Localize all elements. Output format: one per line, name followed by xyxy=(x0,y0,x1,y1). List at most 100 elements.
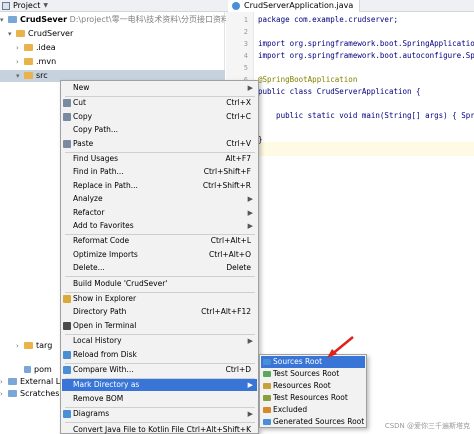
submenu-item-resources-root[interactable]: Resources Root xyxy=(261,380,365,392)
menu-item-analyze[interactable]: Analyze ▶ xyxy=(62,193,257,205)
menu-item-label: Mark Directory as xyxy=(73,380,140,390)
menu-item-label: Copy Path... xyxy=(73,125,119,135)
submenu-item-label: Sources Root xyxy=(273,357,323,366)
chevron-right-icon: › xyxy=(0,390,3,398)
menu-item-show-in-explorer[interactable]: Show in Explorer xyxy=(62,293,257,305)
menu-item-reload-from-disk[interactable]: Reload from Disk xyxy=(62,349,257,361)
menu-item-shortcut: Ctrl+Shift+F xyxy=(203,167,251,177)
chevron-right-icon: › xyxy=(16,342,19,350)
menu-item-shortcut: Ctrl+Shift+R xyxy=(202,180,251,190)
chevron-right-icon: › xyxy=(16,44,19,52)
menu-item-label: Delete... xyxy=(73,263,105,273)
code-line: import org.springframework.boot.autoconf… xyxy=(258,51,474,60)
chevron-right-icon: ▶ xyxy=(247,84,253,92)
submenu-item-generated-sources-root[interactable]: Generated Sources Root xyxy=(261,416,365,428)
menu-item-shortcut: Ctrl+V xyxy=(226,138,251,148)
submenu-item-test-sources-root[interactable]: Test Sources Root xyxy=(261,368,365,380)
menu-item-convert-java-file-to-kotlin-file[interactable]: Convert Java File to Kotlin File Ctrl+Alt… xyxy=(62,424,257,434)
tree-root-path: D:\project\零一电科\技术资料\分页接口资料\crud xyxy=(69,15,250,24)
menu-item-shortcut: Ctrl+D xyxy=(225,365,251,374)
menu-item-replace-in-path[interactable]: Replace in Path... Ctrl+Shift+R xyxy=(62,180,257,192)
line-number: 3 xyxy=(243,40,248,48)
menu-item-shortcut: Ctrl+X xyxy=(226,98,251,108)
menu-item-compare-with[interactable]: Compare With... Ctrl+D xyxy=(62,364,257,376)
submenu-item-excluded[interactable]: Excluded xyxy=(261,404,365,416)
menu-item-label: Refactor xyxy=(73,207,105,217)
open-in-terminal-icon xyxy=(63,321,71,330)
code-line: @SpringBootApplication xyxy=(258,75,358,84)
menu-item-open-in-terminal[interactable]: Open in Terminal xyxy=(62,320,257,332)
menu-item-find-in-path[interactable]: Find in Path... Ctrl+Shift+F xyxy=(62,166,257,178)
menu-item-paste[interactable]: Paste Ctrl+V xyxy=(62,138,257,150)
menu-item-add-to-favorites[interactable]: Add to Favorites ▶ xyxy=(62,220,257,232)
project-view-selector[interactable]: Project ▼ xyxy=(2,0,48,12)
menu-item-directory-path[interactable]: Directory Path Ctrl+Alt+F12 xyxy=(62,306,257,318)
chevron-right-icon: ▶ xyxy=(247,410,253,419)
menu-item-remove-bom[interactable]: Remove BOM xyxy=(62,393,257,405)
menu-item-mark-directory-as[interactable]: Mark Directory as ▶ xyxy=(62,379,257,392)
line-number: 5 xyxy=(243,64,248,72)
test-resources-root-folder-icon xyxy=(263,395,271,401)
menu-item-label: Reformat Code xyxy=(73,236,130,246)
diagrams-icon xyxy=(63,410,71,419)
library-icon xyxy=(8,378,17,385)
menu-item-label: Reload from Disk xyxy=(73,349,137,359)
menu-item-label: New xyxy=(73,83,90,92)
java-class-icon xyxy=(232,2,240,10)
chevron-right-icon: › xyxy=(0,378,3,386)
menu-item-label: Convert Java File to Kotlin File xyxy=(73,424,185,434)
menu-item-shortcut: Alt+F7 xyxy=(225,154,251,163)
tree-item-mvn[interactable]: › .mvn xyxy=(0,56,225,68)
tab-crudserverapplication[interactable]: CrudServerApplication.java xyxy=(228,0,361,12)
file-icon xyxy=(24,366,31,373)
tree-item-crudserver[interactable]: ▾ CrudServer xyxy=(0,28,225,40)
tree-item-idea[interactable]: › .idea xyxy=(0,42,225,54)
menu-item-delete[interactable]: Delete... Delete xyxy=(62,262,257,274)
tree-item-label: CrudServer xyxy=(28,29,74,38)
menu-item-shortcut: Ctrl+C xyxy=(226,111,251,121)
menu-item-reformat-code[interactable]: Reformat Code Ctrl+Alt+L xyxy=(62,235,257,247)
menu-item-copy[interactable]: Copy Ctrl+C xyxy=(62,111,257,123)
top-bar: Project ▼ CrudServerApplication.java xyxy=(0,0,474,12)
menu-item-shortcut: Ctrl+Alt+O xyxy=(209,249,251,259)
menu-item-local-history[interactable]: Local History ▶ xyxy=(62,335,257,347)
menu-item-new[interactable]: New ▶ xyxy=(62,82,257,94)
submenu-item-test-resources-root[interactable]: Test Resources Root xyxy=(261,392,365,404)
tree-item-label: src xyxy=(36,71,48,80)
chevron-down-icon: ▾ xyxy=(0,16,4,24)
menu-item-build-module-crudsever[interactable]: Build Module 'CrudSever' xyxy=(62,278,257,290)
menu-item-optimize-imports[interactable]: Optimize Imports Ctrl+Alt+O xyxy=(62,249,257,261)
chevron-down-icon: ▾ xyxy=(16,72,20,80)
menu-item-label: Find in Path... xyxy=(73,167,124,177)
menu-item-label: Optimize Imports xyxy=(73,249,138,259)
tree-item-root[interactable]: ▾ CrudSever D:\project\零一电科\技术资料\分页接口资料\c… xyxy=(0,14,250,26)
tree-item-label: pom xyxy=(34,365,52,374)
test-sources-root-folder-icon xyxy=(263,371,271,377)
paste-icon xyxy=(63,139,71,148)
menu-item-label: Build Module 'CrudSever' xyxy=(73,278,168,288)
line-number: 2 xyxy=(243,28,248,36)
code-line: public class CrudServerApplication { xyxy=(258,87,421,96)
menu-item-label: Directory Path xyxy=(73,307,127,317)
scratches-icon xyxy=(8,390,17,397)
line-number: 4 xyxy=(243,52,248,60)
menu-item-shortcut: Ctrl+Alt+F12 xyxy=(201,307,251,317)
menu-item-diagrams[interactable]: Diagrams ▶ xyxy=(62,408,257,420)
menu-item-refactor[interactable]: Refactor ▶ xyxy=(62,207,257,219)
code-line: import org.springframework.boot.SpringAp… xyxy=(258,39,474,48)
tree-root-name: CrudSever xyxy=(20,15,68,24)
menu-item-label: Local History xyxy=(73,336,122,346)
menu-item-shortcut: Ctrl+Alt+L xyxy=(210,236,251,246)
chevron-down-icon: ▾ xyxy=(8,30,12,38)
menu-item-label: Show in Explorer xyxy=(73,294,137,303)
menu-item-label: Replace in Path... xyxy=(73,180,138,190)
menu-item-find-usages[interactable]: Find Usages Alt+F7 xyxy=(62,153,257,165)
cut-icon xyxy=(63,99,71,108)
menu-item-cut[interactable]: Cut Ctrl+X xyxy=(62,97,257,109)
code-line: package com.example.crudserver; xyxy=(258,15,398,24)
tree-item-label: targ xyxy=(36,341,53,350)
menu-item-copy-path[interactable]: Copy Path... xyxy=(62,124,257,136)
chevron-right-icon: ▶ xyxy=(247,222,253,230)
submenu-item-label: Test Resources Root xyxy=(273,393,348,402)
compare-with-icon xyxy=(63,366,71,374)
